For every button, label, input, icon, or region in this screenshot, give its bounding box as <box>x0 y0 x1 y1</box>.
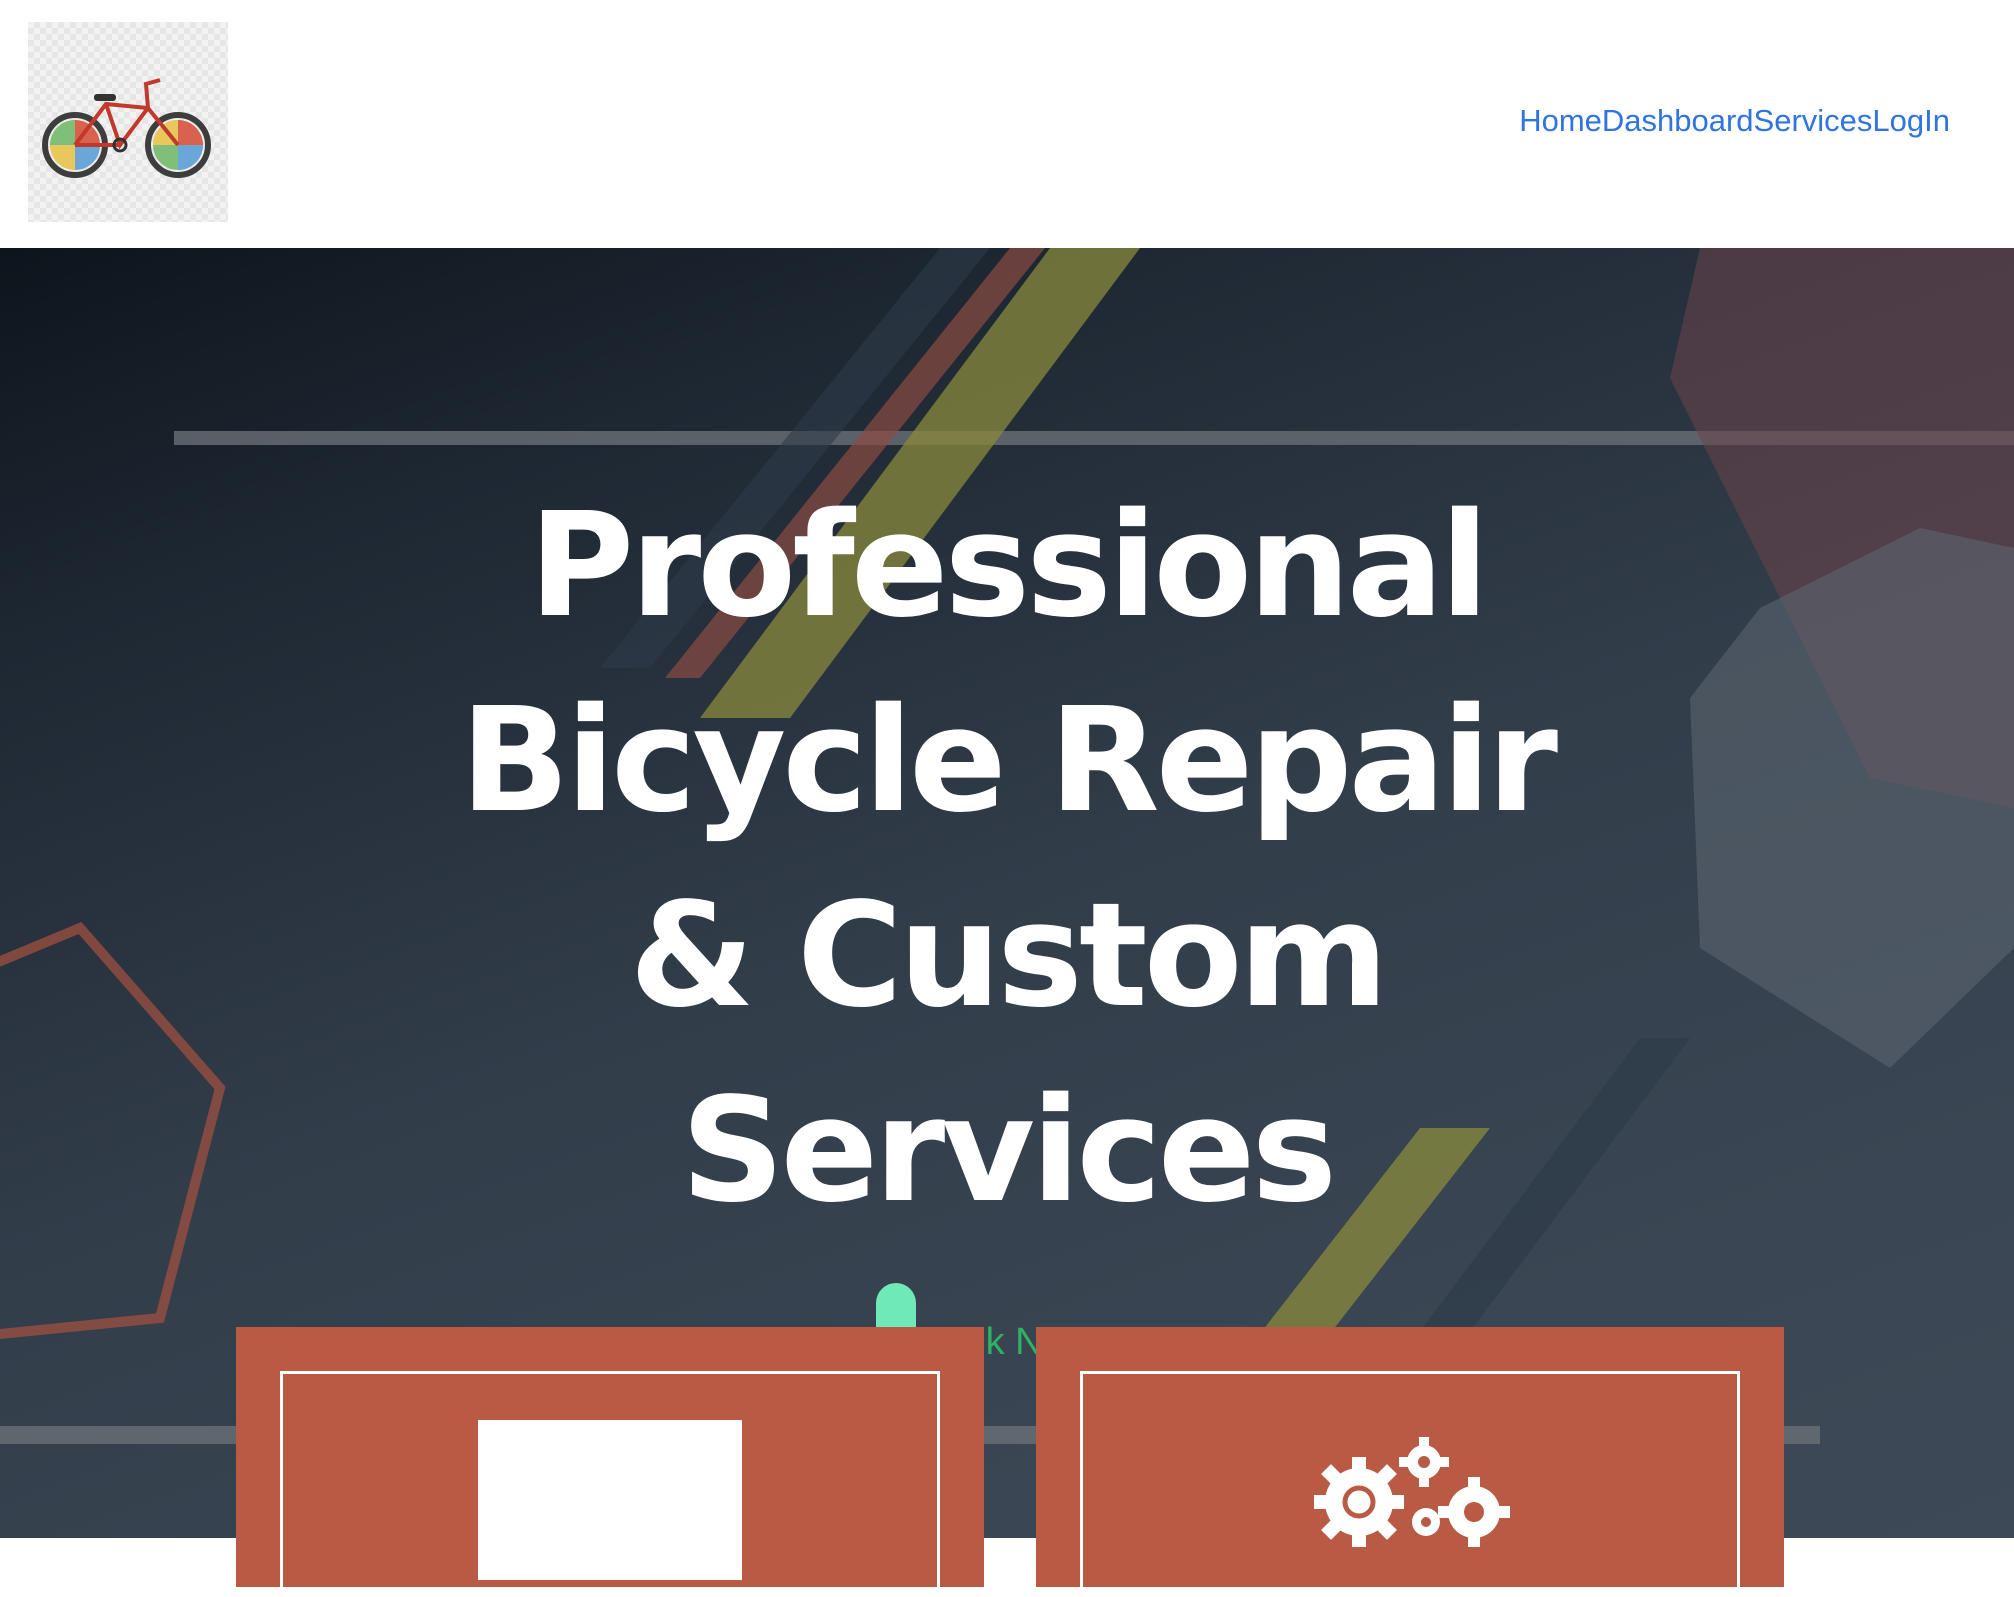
hero-title: Professional Bicycle Repair & Custom Ser… <box>459 481 1558 1234</box>
gears-icon <box>1314 1437 1510 1547</box>
main-nav: Home Dashboard Services LogIn <box>1519 103 1950 139</box>
nav-dashboard-link[interactable]: Dashboard <box>1602 103 1754 139</box>
nav-login-link[interactable]: LogIn <box>1872 103 1950 139</box>
nav-home-link[interactable]: Home <box>1519 103 1602 139</box>
bicycle-logo-svg <box>42 78 211 178</box>
image-placeholder-icon <box>478 1420 742 1580</box>
service-card-2[interactable] <box>1036 1327 1784 1597</box>
site-header: Home Dashboard Services LogIn <box>0 0 2014 248</box>
service-card-1[interactable] <box>236 1327 984 1597</box>
nav-services-link[interactable]: Services <box>1754 103 1873 139</box>
bicycle-logo-icon[interactable] <box>28 22 228 222</box>
